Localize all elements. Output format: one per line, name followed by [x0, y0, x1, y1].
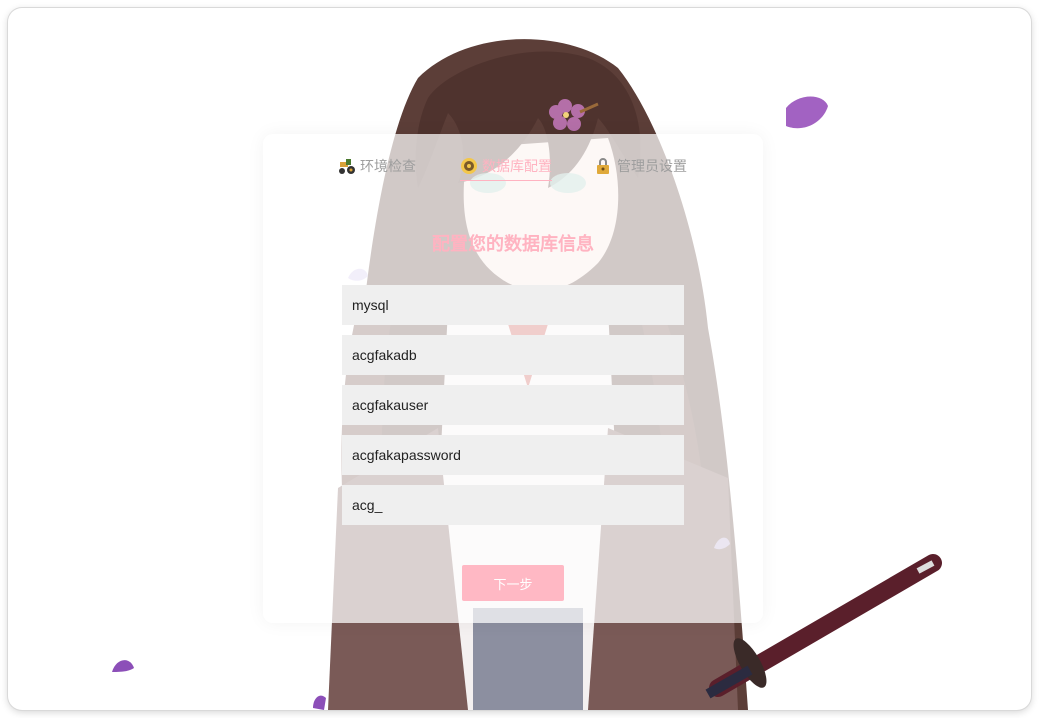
db-prefix-input[interactable] [342, 485, 684, 525]
db-password-input[interactable] [342, 435, 684, 475]
step-admin-settings[interactable]: 管理员设置 [595, 156, 687, 176]
step-label: 管理员设置 [617, 159, 687, 175]
tractor-icon [339, 159, 355, 174]
active-step-underline [460, 180, 552, 181]
step-database-config[interactable]: 数据库配置 [460, 156, 552, 181]
page-title: 配置您的数据库信息 [432, 234, 594, 255]
step-label: 数据库配置 [482, 159, 552, 175]
browser-window: 环境检查 数据库配置 管理员设置 配置您的数据库信息 mysql acgfaka… [8, 8, 1031, 710]
db-type-input[interactable] [342, 285, 684, 325]
install-steps: 环境检查 数据库配置 管理员设置 [263, 156, 763, 196]
next-step-button[interactable]: 下一步 [462, 565, 564, 601]
step-environment-check[interactable]: 环境检查 [338, 156, 416, 176]
database-icon [461, 158, 477, 174]
db-user-input[interactable] [342, 385, 684, 425]
step-label: 环境检查 [360, 159, 416, 175]
db-name-input[interactable] [342, 335, 684, 375]
lock-icon [597, 158, 609, 174]
install-card: 环境检查 数据库配置 管理员设置 配置您的数据库信息 mysql acgfaka… [263, 134, 763, 623]
